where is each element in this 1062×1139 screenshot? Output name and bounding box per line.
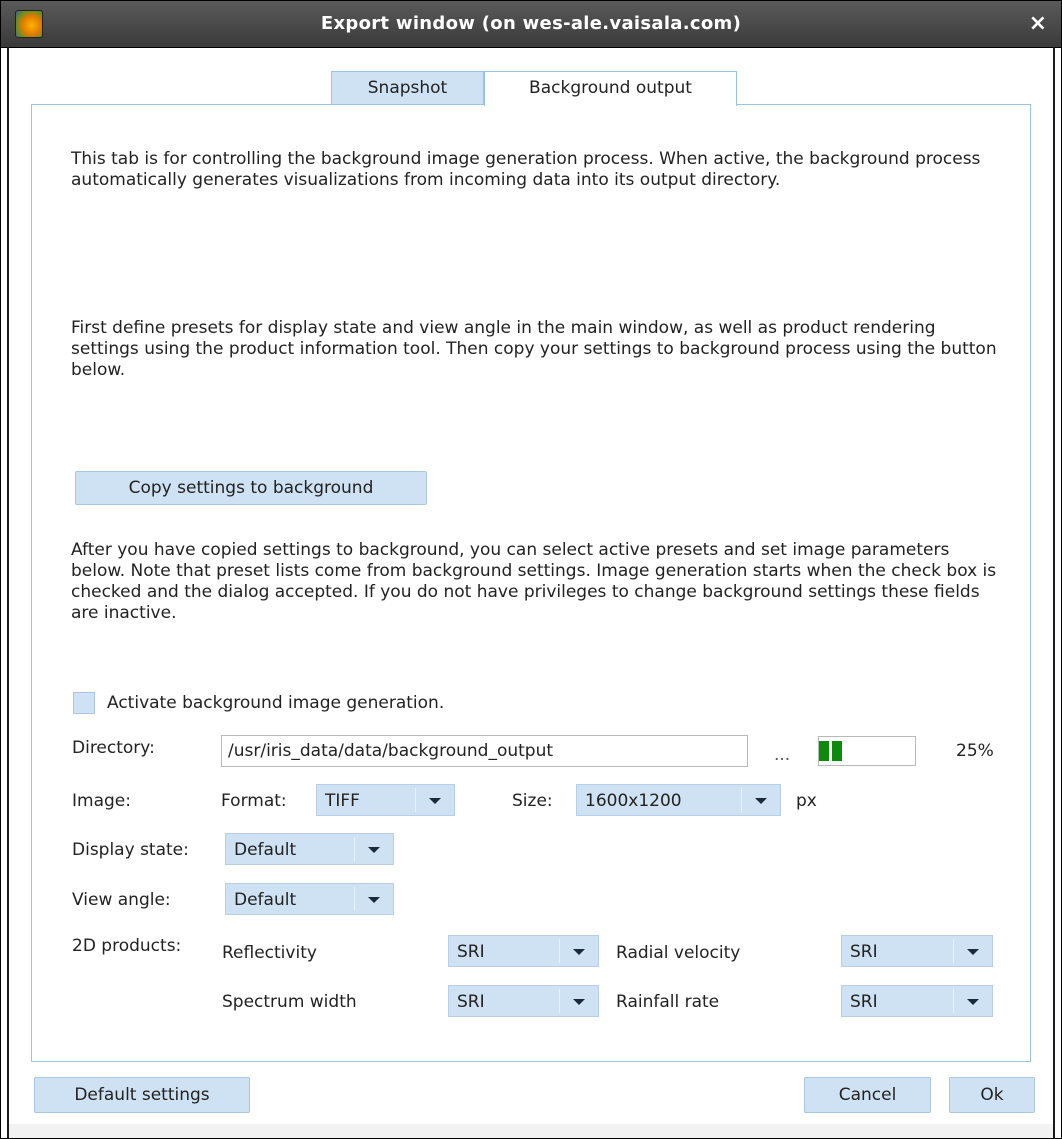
- chevron-down-icon: [755, 798, 767, 804]
- ok-button[interactable]: Ok: [949, 1077, 1035, 1113]
- title-bar[interactable]: Export window (on wes-ale.vaisala.com) ×: [1, 1, 1061, 48]
- tab-background-output[interactable]: Background output: [484, 71, 737, 106]
- view-angle-select[interactable]: Default: [225, 883, 394, 915]
- progress-percent: 25%: [956, 741, 994, 761]
- progress-segment: [832, 741, 842, 761]
- copy-settings-button[interactable]: Copy settings to background: [75, 471, 427, 505]
- size-select[interactable]: 1600x1200: [576, 784, 781, 816]
- display-state-value: Default: [234, 840, 297, 860]
- product-reflectivity-value: SRI: [457, 942, 485, 962]
- activate-checkbox[interactable]: [73, 692, 95, 714]
- activate-label: Activate background image generation.: [107, 693, 445, 713]
- tab-snapshot[interactable]: Snapshot: [331, 71, 484, 105]
- chevron-down-icon: [967, 949, 979, 955]
- product-radial-velocity-select[interactable]: SRI: [841, 935, 993, 967]
- size-unit: px: [796, 791, 817, 811]
- chevron-down-icon: [368, 847, 380, 853]
- view-angle-label: View angle:: [72, 890, 171, 910]
- close-icon[interactable]: ×: [1029, 11, 1047, 36]
- size-label: Size:: [512, 791, 553, 811]
- chevron-down-icon: [429, 798, 441, 804]
- chevron-down-icon: [368, 897, 380, 903]
- combo-separator: [741, 788, 742, 812]
- product-spectrum-width-select[interactable]: SRI: [448, 985, 599, 1017]
- browse-button[interactable]: ...: [774, 745, 790, 765]
- product-reflectivity-select[interactable]: SRI: [448, 935, 599, 967]
- combo-separator: [559, 989, 560, 1013]
- combo-separator: [953, 989, 954, 1013]
- product-radial-velocity-label: Radial velocity: [616, 943, 741, 963]
- progress-fill: [819, 741, 843, 761]
- combo-separator: [415, 788, 416, 812]
- progress-bar: [818, 736, 916, 766]
- product-rainfall-rate-select[interactable]: SRI: [841, 985, 993, 1017]
- left-border: [7, 47, 9, 1138]
- format-label: Format:: [221, 791, 287, 811]
- bottom-strip: [9, 1124, 1053, 1138]
- display-state-label: Display state:: [72, 840, 189, 860]
- product-spectrum-width-value: SRI: [457, 992, 485, 1012]
- format-value: TIFF: [325, 791, 360, 811]
- presets-help-text: First define presets for display state a…: [71, 318, 997, 380]
- combo-separator: [354, 837, 355, 861]
- export-window: Export window (on wes-ale.vaisala.com) ×…: [0, 0, 1062, 1139]
- size-value: 1600x1200: [585, 791, 682, 811]
- intro-text: This tab is for controlling the backgrou…: [71, 149, 981, 190]
- format-select[interactable]: TIFF: [316, 784, 455, 816]
- after-copy-help-text: After you have copied settings to backgr…: [71, 540, 997, 623]
- product-rainfall-rate-label: Rainfall rate: [616, 992, 720, 1012]
- default-settings-button[interactable]: Default settings: [34, 1077, 250, 1113]
- chevron-down-icon: [573, 999, 585, 1005]
- directory-input[interactable]: [221, 735, 748, 767]
- chevron-down-icon: [967, 999, 979, 1005]
- combo-separator: [354, 887, 355, 911]
- right-border: [1053, 47, 1055, 1138]
- product-rainfall-rate-value: SRI: [850, 992, 878, 1012]
- directory-label: Directory:: [72, 738, 155, 758]
- image-label: Image:: [72, 791, 131, 811]
- progress-segment: [819, 741, 829, 761]
- combo-separator: [559, 939, 560, 963]
- products-label: 2D products:: [72, 936, 182, 956]
- view-angle-value: Default: [234, 890, 297, 910]
- window-title: Export window (on wes-ale.vaisala.com): [320, 13, 742, 34]
- product-reflectivity-label: Reflectivity: [222, 943, 317, 963]
- product-spectrum-width-label: Spectrum width: [222, 992, 357, 1012]
- chevron-down-icon: [573, 949, 585, 955]
- cancel-button[interactable]: Cancel: [804, 1077, 931, 1113]
- combo-separator: [953, 939, 954, 963]
- product-radial-velocity-value: SRI: [850, 942, 878, 962]
- display-state-select[interactable]: Default: [225, 833, 394, 865]
